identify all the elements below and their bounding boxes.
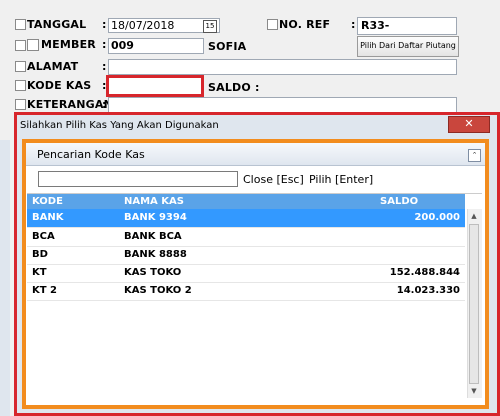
member-checkbox[interactable] (27, 39, 39, 51)
column-kode-header[interactable]: KODE (32, 196, 63, 207)
keterangan-colon: : (102, 98, 107, 111)
tanggal-checkbox[interactable] (15, 19, 26, 30)
tanggal-colon: : (102, 18, 107, 31)
row-kode: KT 2 (32, 285, 58, 296)
alamat-checkbox[interactable] (15, 61, 26, 72)
hint-close: Close [Esc] (243, 173, 304, 186)
column-saldo-header[interactable]: SALDO (380, 196, 418, 207)
row-kode: BD (32, 249, 48, 260)
row-kode: KT (32, 267, 47, 278)
kodekas-field-highlighted[interactable] (106, 75, 204, 97)
alamat-field[interactable] (108, 59, 457, 75)
table-row[interactable]: BD BANK 8888 (27, 246, 465, 265)
noref-checkbox[interactable] (267, 19, 278, 30)
row-nama: BANK BCA (124, 231, 182, 242)
scroll-down-icon[interactable]: ▼ (469, 386, 479, 396)
noref-field[interactable]: R33-180718007 (357, 17, 457, 48)
noref-colon: : (351, 18, 356, 31)
scroll-up-icon[interactable]: ▲ (469, 211, 479, 221)
member-label: MEMBER (41, 38, 96, 51)
calendar-icon[interactable]: 15 (203, 20, 217, 33)
member-checkbox-outer[interactable] (15, 40, 26, 51)
tanggal-label: TANGGAL (27, 18, 87, 31)
tanggal-value: 18/07/2018 (111, 19, 175, 32)
kodekas-checkbox[interactable] (15, 80, 26, 91)
column-nama-header[interactable]: NAMA KAS (124, 196, 184, 207)
tanggal-date-field[interactable]: 18/07/2018 15 (108, 18, 220, 33)
member-name: SOFIA (208, 40, 247, 53)
keterangan-checkbox[interactable] (15, 99, 26, 110)
alamat-colon: : (102, 60, 107, 73)
row-nama: BANK 9394 (124, 212, 187, 223)
table-row[interactable]: BANK BANK 9394 200.000 (27, 209, 465, 228)
member-code-field[interactable]: 009 (108, 38, 204, 54)
table-row[interactable]: KT KAS TOKO 152.488.844 (27, 264, 465, 283)
row-saldo: 200.000 (414, 212, 460, 223)
search-kode-input[interactable] (38, 171, 238, 187)
keterangan-field[interactable] (108, 97, 457, 113)
row-kode: BANK (32, 212, 64, 223)
row-kode: BCA (32, 231, 55, 242)
close-icon[interactable]: ✕ (448, 116, 490, 133)
pilih-piutang-button[interactable]: Pilih Dari Daftar Piutang (357, 36, 459, 57)
saldo-label: SALDO : (208, 81, 260, 94)
row-nama: KAS TOKO (124, 267, 182, 278)
background-grid-strip (0, 140, 10, 416)
keterangan-label: KETERANGAN (27, 98, 113, 111)
table-row[interactable]: BCA BANK BCA (27, 228, 465, 247)
table-row[interactable]: KT 2 KAS TOKO 2 14.023.330 (27, 282, 465, 301)
row-nama: KAS TOKO 2 (124, 285, 192, 296)
hint-pilih: Pilih [Enter] (309, 173, 374, 186)
dialog-title: Silahkan Pilih Kas Yang Akan Digunakan (20, 120, 219, 131)
collapse-up-icon[interactable]: ⌃ (468, 149, 481, 162)
noref-label: NO. REF (279, 18, 331, 31)
member-colon: : (102, 38, 107, 51)
kodekas-label: KODE KAS (27, 79, 92, 92)
alamat-label: ALAMAT (27, 60, 79, 73)
search-group-title: Pencarian Kode Kas (37, 148, 145, 161)
row-saldo: 14.023.330 (396, 285, 460, 296)
row-saldo: 152.488.844 (389, 267, 460, 278)
row-nama: BANK 8888 (124, 249, 187, 260)
scrollbar-thumb[interactable] (469, 224, 479, 384)
